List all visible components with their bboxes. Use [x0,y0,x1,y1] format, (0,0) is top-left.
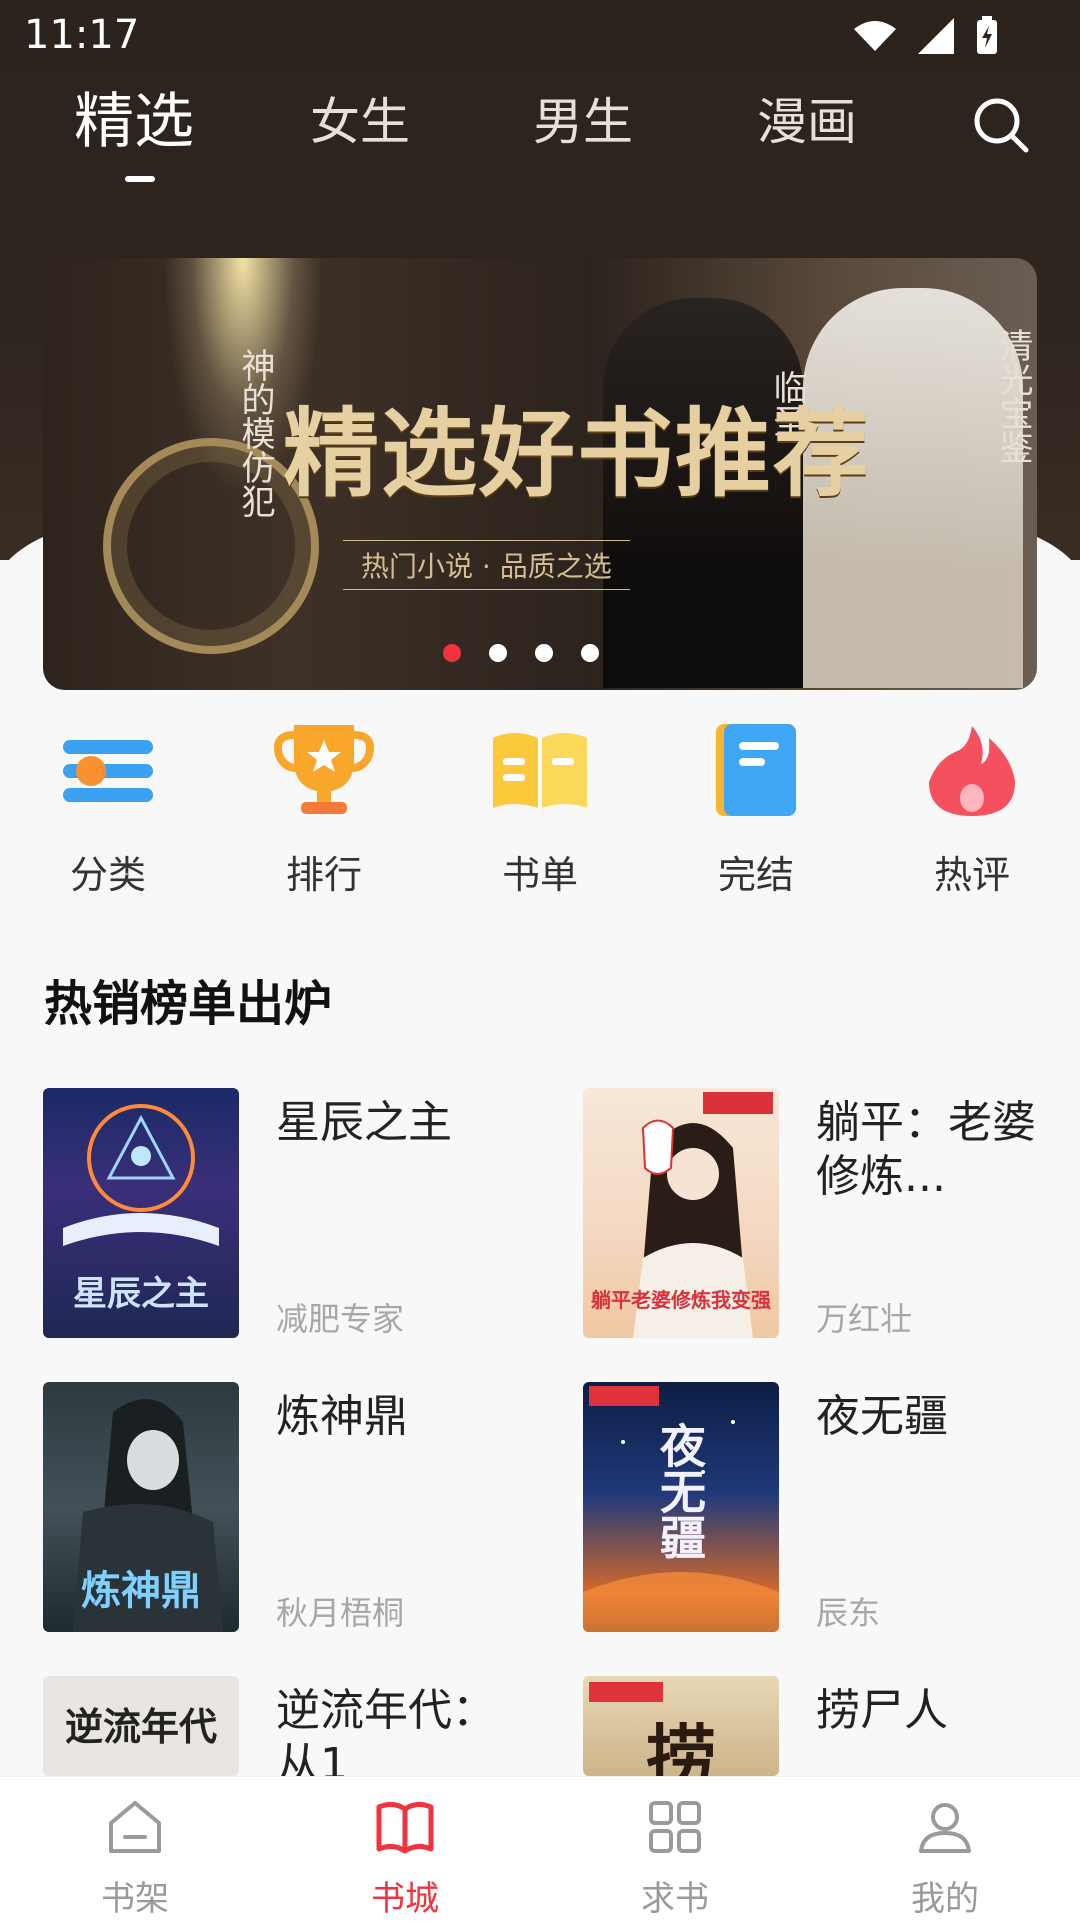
book-cover: 捞 [583,1676,779,1776]
book-author: 减肥专家 [276,1300,405,1338]
battery-icon [977,16,997,54]
signal-icon [918,18,954,54]
book-title: 躺平：老婆修炼... [816,1097,1036,1202]
tab-featured[interactable]: 精选 [74,92,194,152]
quick-link-label: 完结 [717,853,794,897]
nav-label: 我的 [911,1879,979,1919]
book-card[interactable]: 夜无疆 夜无疆 辰东 [583,1382,1080,1642]
profile-icon [919,1803,971,1853]
book-cover: 星辰之主 [43,1088,239,1338]
nav-label: 书架 [101,1879,169,1919]
book-title: 捞尸人 [816,1685,948,1736]
quick-link-label: 书单 [501,853,578,897]
quick-link-label: 排行 [285,853,362,897]
book-cover: 躺平老婆修炼我变强 [583,1088,779,1338]
book-card[interactable]: 星辰之主 星辰之主 减肥专家 [43,1088,543,1348]
cover-title: 捞 [646,1716,716,1776]
book-title: 夜无疆 [816,1391,948,1442]
nav-profile[interactable]: 我的 [810,1797,1080,1920]
promo-banner[interactable]: 神的模仿犯 临圣 清光宝鉴 精选好书推荐 热门小说 · 品质之选 [43,258,1037,690]
book-author: 万红壮 [816,1300,913,1338]
pagination-dot[interactable] [581,644,599,662]
status-time: 11:17 [24,12,140,58]
quick-link-label: 分类 [69,853,146,897]
cover-title: 夜无疆 [653,1422,707,1560]
quick-link-label: 热评 [933,853,1010,897]
nav-bookstore[interactable]: 书城 [270,1797,540,1920]
pagination-dot[interactable] [489,644,507,662]
tab-male[interactable]: 男生 [533,92,633,152]
tab-female[interactable]: 女生 [310,92,410,152]
quick-links: 分类 排行 书单 完结 热评 [0,700,1080,900]
book-cover: 夜无疆 [583,1382,779,1632]
bottom-navigation: 书架 书城 求书 我的 [0,1776,1080,1921]
status-icons [852,16,1000,56]
cover-title: 逆流年代 [64,1704,217,1749]
wifi-icon [854,21,896,51]
quick-link-completed[interactable]: 完结 [648,720,864,899]
search-icon[interactable] [970,94,1032,156]
book-author: 辰东 [816,1594,881,1632]
nav-request[interactable]: 求书 [540,1797,810,1920]
book-card[interactable]: 捞 捞尸人 [583,1676,1080,1776]
cover-title: 躺平老婆修炼我变强 [591,1288,771,1312]
section-title: 热销榜单出炉 [44,976,333,1032]
quick-link-hot-comments[interactable]: 热评 [864,720,1080,899]
quick-link-ranking[interactable]: 排行 [216,720,432,899]
completed-icon [716,724,796,816]
top-tabs: 精选 女生 男生 漫画 [0,80,1080,200]
trophy-icon [274,725,374,814]
quick-link-category[interactable]: 分类 [0,720,216,899]
book-card[interactable]: 炼神鼎 炼神鼎 秋月梧桐 [43,1382,543,1642]
bookstore-icon [376,1801,434,1854]
cover-title: 炼神鼎 [81,1568,201,1614]
book-cover: 炼神鼎 [43,1382,239,1632]
book-list-icon [493,733,587,808]
book-title: 星辰之主 [276,1097,452,1148]
nav-bookshelf[interactable]: 书架 [0,1797,270,1920]
book-title: 炼神鼎 [276,1391,408,1442]
pagination-dot[interactable] [535,644,553,662]
publisher-badge [589,1682,663,1702]
cover-title: 星辰之主 [73,1274,209,1314]
banner-pagination [443,644,599,662]
book-card[interactable]: 躺平老婆修炼我变强 躺平：老婆修炼... 万红壮 [583,1088,1080,1348]
banner-side-text-3: 清光宝鉴 [993,328,1033,464]
bookshelf-icon [109,1801,161,1853]
quick-link-booklist[interactable]: 书单 [432,720,648,899]
book-author: 秋月梧桐 [276,1594,405,1632]
request-icon [649,1801,701,1853]
status-bar: 11:17 [0,0,1080,70]
book-card[interactable]: 逆流年代 逆流年代：从1 [43,1676,543,1776]
hot-comment-icon [929,726,1015,816]
tab-comics[interactable]: 漫画 [757,92,857,152]
book-cover: 逆流年代 [43,1676,239,1776]
banner-title: 精选好书推荐 [283,397,871,510]
banner-subtitle: 热门小说 · 品质之选 [343,540,630,590]
book-title: 逆流年代：从1 [276,1685,496,1776]
nav-label: 书城 [371,1879,439,1919]
category-icon [63,740,153,802]
banner-side-text-1: 神的模仿犯 [235,348,275,518]
tab-indicator [125,176,155,182]
pagination-dot-active[interactable] [443,644,461,662]
nav-label: 求书 [641,1879,709,1919]
